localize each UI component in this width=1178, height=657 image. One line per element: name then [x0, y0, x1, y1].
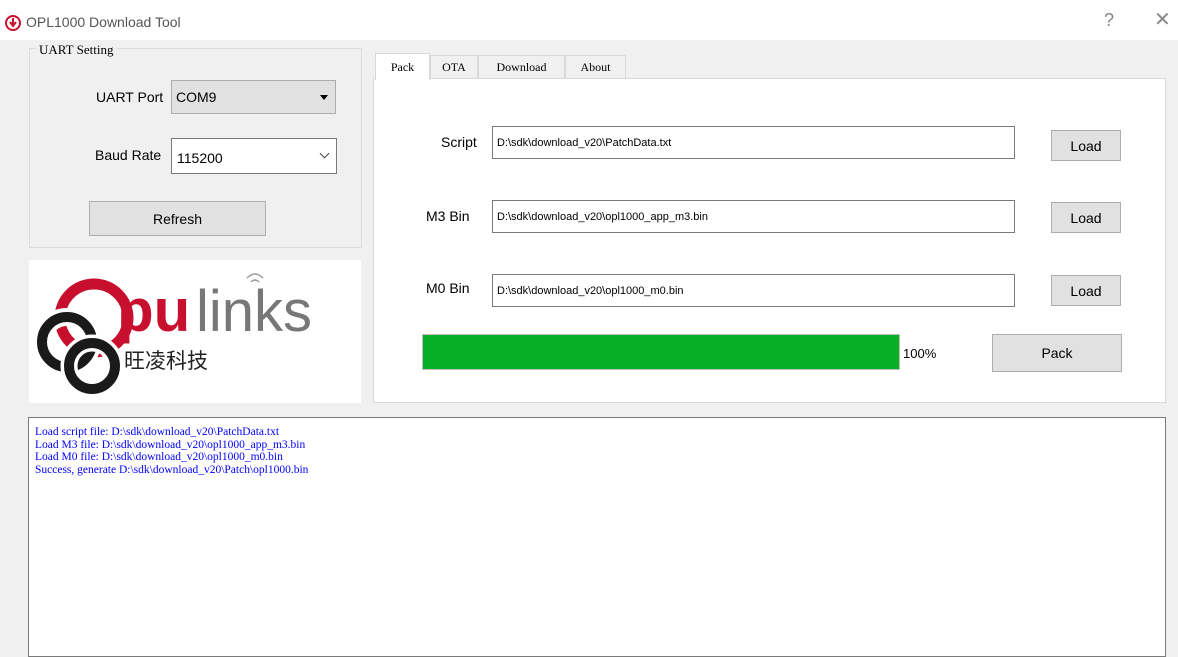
uart-port-value: COM9	[176, 89, 217, 105]
opulinks-logo: pu links 旺凌科技	[29, 260, 361, 403]
logo-brand-grey: links	[196, 279, 312, 344]
progress-percent: 100%	[903, 346, 937, 361]
m3-bin-label: M3 Bin	[426, 208, 470, 224]
log-line: Load M0 file: D:\sdk\download_v20\opl100…	[35, 451, 283, 463]
logo-chinese-name: 旺凌科技	[124, 349, 208, 373]
load-m0-label: Load	[1070, 282, 1102, 299]
load-m0-button[interactable]: Load	[1051, 275, 1121, 306]
load-script-label: Load	[1070, 137, 1102, 154]
baud-rate-select[interactable]: 115200	[171, 138, 337, 174]
log-line: Load script file: D:\sdk\download_v20\Pa…	[35, 426, 280, 438]
script-path-field[interactable]: D:\sdk\download_v20\PatchData.txt	[492, 126, 1015, 159]
uart-setting-title: UART Setting	[36, 42, 117, 58]
log-line: Load M3 file: D:\sdk\download_v20\opl100…	[35, 438, 306, 451]
pack-progress-bar	[422, 334, 900, 370]
script-label: Script	[441, 134, 477, 150]
refresh-button[interactable]: Refresh	[89, 201, 266, 236]
progress-fill	[423, 335, 899, 369]
close-button[interactable]: ✕	[1154, 10, 1171, 30]
log-output[interactable]: Load script file: D:\sdk\download_v20\Pa…	[28, 417, 1166, 657]
load-script-button[interactable]: Load	[1051, 130, 1121, 161]
baud-rate-label: Baud Rate	[95, 147, 162, 163]
window-title: OPL1000 Download Tool	[26, 14, 181, 30]
tab-ota[interactable]: OTA	[430, 55, 478, 79]
m3-bin-path-field[interactable]: D:\sdk\download_v20\opl1000_app_m3.bin	[492, 200, 1015, 233]
pack-button[interactable]: Pack	[992, 334, 1122, 372]
dropdown-arrow-icon	[320, 95, 328, 100]
m0-bin-label: M0 Bin	[426, 280, 470, 296]
app-power-icon	[5, 15, 21, 31]
uart-port-dropdown[interactable]: COM9	[171, 80, 336, 114]
help-button[interactable]: ?	[1104, 11, 1114, 29]
m0-bin-path-field[interactable]: D:\sdk\download_v20\opl1000_m0.bin	[492, 274, 1015, 307]
load-m3-button[interactable]: Load	[1051, 202, 1121, 233]
opulinks-logo-graphic: pu links 旺凌科技	[33, 273, 312, 398]
chevron-down-icon	[319, 148, 330, 159]
pack-button-label: Pack	[1041, 345, 1073, 361]
tab-about[interactable]: About	[565, 55, 626, 79]
tab-pack[interactable]: Pack	[375, 53, 430, 80]
title-bar: OPL1000 Download Tool ? ✕	[0, 0, 1178, 40]
tab-download[interactable]: Download	[478, 55, 565, 79]
logo-brand-red: pu	[117, 277, 190, 344]
uart-port-label: UART Port	[96, 89, 164, 105]
baud-rate-value: 115200	[177, 150, 223, 166]
log-line: Success, generate D:\sdk\download_v20\Pa…	[35, 463, 309, 476]
load-m3-label: Load	[1070, 209, 1102, 226]
refresh-button-label: Refresh	[152, 210, 203, 227]
